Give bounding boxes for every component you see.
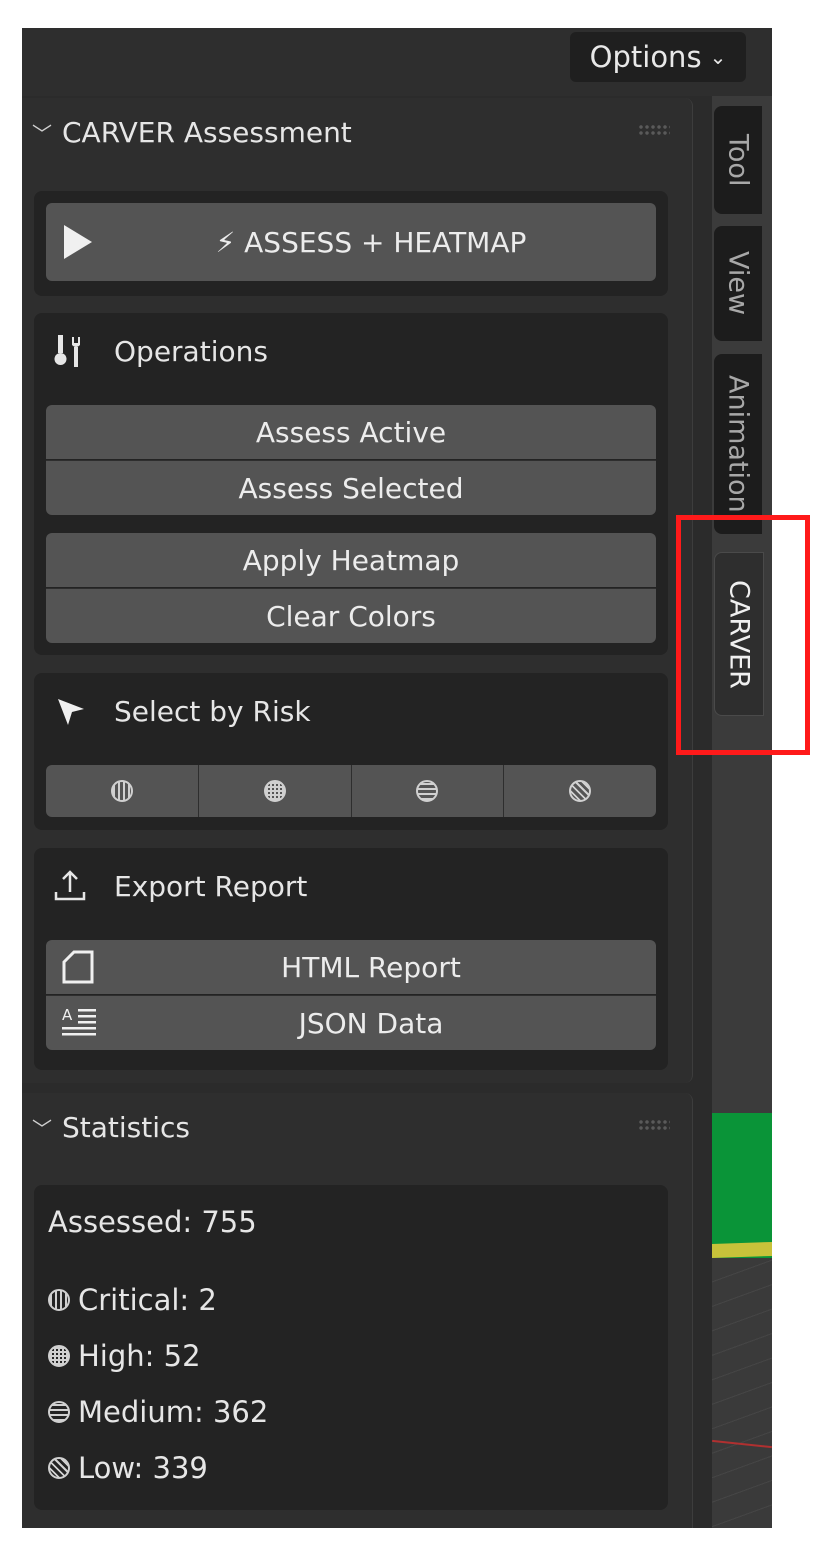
high-stat: High: 52 xyxy=(48,1339,201,1373)
medium-count: Medium: 362 xyxy=(78,1395,269,1429)
low-risk-icon xyxy=(48,1457,70,1479)
tools-icon xyxy=(54,335,80,367)
assess-selected-label: Assess Selected xyxy=(238,471,464,505)
apply-heatmap-button[interactable]: Apply Heatmap xyxy=(46,533,656,587)
select-high-button[interactable] xyxy=(197,765,351,817)
high-risk-icon xyxy=(48,1345,70,1367)
chevron-down-icon: ⌄ xyxy=(709,45,727,69)
play-icon xyxy=(64,225,92,259)
critical-stat: Critical: 2 xyxy=(48,1283,217,1317)
html-report-button[interactable]: HTML Report xyxy=(46,940,656,994)
high-risk-icon xyxy=(263,780,286,802)
export-report-heading: Export Report xyxy=(114,869,308,903)
chevron-down-icon: ﹀ xyxy=(32,1117,52,1141)
cursor-icon xyxy=(58,699,84,725)
statistics-title: Statistics xyxy=(62,1111,190,1144)
assess-heatmap-button[interactable]: ⚡ ASSESS + HEATMAP xyxy=(46,203,656,281)
risk-level-buttons xyxy=(46,765,656,817)
svg-text:A: A xyxy=(62,1006,73,1024)
apply-heatmap-label: Apply Heatmap xyxy=(242,543,460,577)
html-report-label: HTML Report xyxy=(281,950,461,984)
critical-risk-icon xyxy=(110,780,133,802)
assessed-count: Assessed: 755 xyxy=(48,1205,257,1239)
text-data-icon: A xyxy=(62,1006,96,1036)
export-report-header: Export Report xyxy=(52,868,307,904)
medium-stat: Medium: 362 xyxy=(48,1395,268,1429)
assess-selected-button[interactable]: Assess Selected xyxy=(46,460,656,515)
tab-view[interactable]: View xyxy=(714,226,762,341)
operations-heading: Operations xyxy=(114,334,268,368)
select-low-button[interactable] xyxy=(503,765,656,817)
assess-heatmap-label: ⚡ ASSESS + HEATMAP xyxy=(215,225,527,259)
select-medium-button[interactable] xyxy=(350,765,504,817)
operations-header: Operations xyxy=(52,333,268,369)
critical-count: Critical: 2 xyxy=(78,1283,217,1317)
drag-handle-icon[interactable] xyxy=(638,1119,670,1131)
highlight-box xyxy=(676,515,810,755)
tab-tool[interactable]: Tool xyxy=(714,106,762,214)
export-icon xyxy=(54,870,86,901)
options-label: Options xyxy=(589,40,702,74)
drag-handle-icon[interactable] xyxy=(638,124,670,136)
statistics-box: Assessed: 755 Critical: 2 High: 52 Mediu… xyxy=(34,1185,668,1510)
json-data-button[interactable]: A JSON Data xyxy=(46,995,656,1050)
clear-colors-button[interactable]: Clear Colors xyxy=(46,588,656,643)
operations-box: Operations Assess Active Assess Selected… xyxy=(34,313,668,655)
viewport-edge-yellow xyxy=(712,1241,772,1259)
low-stat: Low: 339 xyxy=(48,1451,208,1485)
options-dropdown[interactable]: Options ⌄ xyxy=(570,32,746,82)
critical-risk-icon xyxy=(48,1289,70,1311)
tab-animation-label: Animation xyxy=(722,375,754,513)
statistics-panel: ﹀ Statistics Assessed: 755 Critical: 2 H… xyxy=(22,1093,693,1528)
json-data-label: JSON Data xyxy=(298,1006,444,1040)
sidebar-frame: Options ⌄ ﹀ CARVER Assessment ⚡ ASSESS +… xyxy=(22,28,772,1528)
medium-risk-icon xyxy=(48,1401,70,1423)
panel-title: CARVER Assessment xyxy=(62,116,352,149)
statistics-panel-header[interactable]: ﹀ Statistics xyxy=(32,1111,190,1144)
assess-active-label: Assess Active xyxy=(255,415,447,449)
file-icon xyxy=(62,950,94,984)
low-count: Low: 339 xyxy=(78,1451,208,1485)
high-count: High: 52 xyxy=(78,1339,201,1373)
tab-animation[interactable]: Animation xyxy=(714,354,762,534)
viewport-grid xyxy=(712,1258,772,1528)
tab-tool-label: Tool xyxy=(722,133,754,187)
select-critical-button[interactable] xyxy=(46,765,198,817)
assess-heatmap-box: ⚡ ASSESS + HEATMAP xyxy=(34,191,668,296)
chevron-down-icon: ﹀ xyxy=(32,122,52,146)
carver-panel-header[interactable]: ﹀ CARVER Assessment xyxy=(32,116,352,149)
medium-risk-icon xyxy=(416,780,439,802)
select-by-risk-heading: Select by Risk xyxy=(114,694,311,728)
assess-active-button[interactable]: Assess Active xyxy=(46,405,656,459)
low-risk-icon xyxy=(569,780,592,802)
sidebar-header: Options ⌄ xyxy=(22,28,772,96)
viewport-object-green xyxy=(712,1113,772,1258)
select-by-risk-header: Select by Risk xyxy=(52,693,311,729)
export-report-box: Export Report HTML Report A JSON Data xyxy=(34,848,668,1070)
carver-assessment-panel: ﹀ CARVER Assessment ⚡ ASSESS + HEATMAP O… xyxy=(22,98,693,1083)
tab-view-label: View xyxy=(722,251,754,316)
select-by-risk-box: Select by Risk xyxy=(34,673,668,830)
clear-colors-label: Clear Colors xyxy=(266,599,436,633)
